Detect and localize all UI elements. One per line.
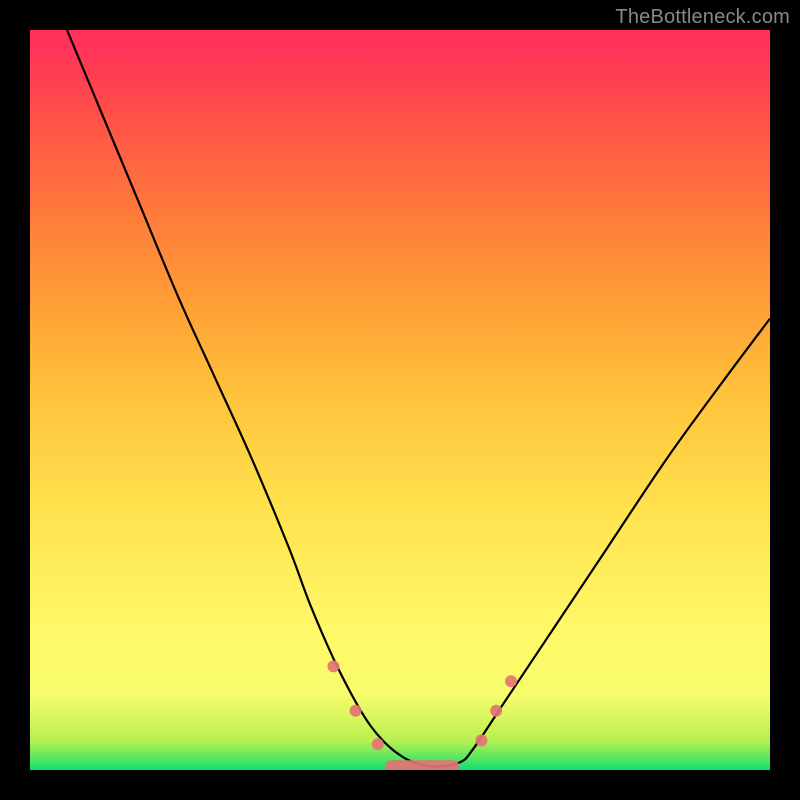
- curve-marker: [475, 734, 487, 746]
- chart-frame: TheBottleneck.com: [0, 0, 800, 800]
- bottleneck-curve: [67, 30, 770, 767]
- plot-area: [30, 30, 770, 770]
- curve-marker: [490, 705, 502, 717]
- watermark-text: TheBottleneck.com: [615, 6, 790, 29]
- chart-svg: [30, 30, 770, 770]
- markers-group: [327, 660, 517, 770]
- curve-marker: [350, 705, 362, 717]
- curve-marker: [372, 738, 384, 750]
- curve-marker: [327, 660, 339, 672]
- curve-marker: [505, 675, 517, 687]
- curve-bottom-bar: [385, 760, 459, 770]
